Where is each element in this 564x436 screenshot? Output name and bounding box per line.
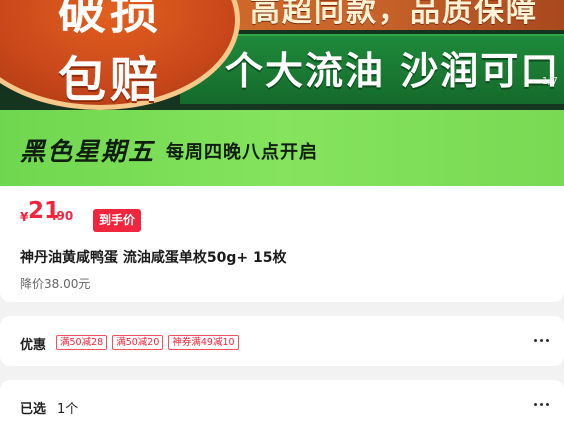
product-title: 神丹油黄咸鸭蛋 流油咸蛋单枚50g+ 15枚 xyxy=(20,250,287,266)
price-drop-note: 降价38.00元 xyxy=(20,277,91,291)
promo-subtitle: 每周四晚八点开启 xyxy=(166,142,318,163)
banner-blob-top-text: 破损 xyxy=(58,0,163,40)
carousel-page-indicator: 1/7 xyxy=(541,76,558,87)
price-decimal: .90 xyxy=(52,209,74,223)
banner-blob-main-text: 包赔 xyxy=(58,52,163,108)
product-detail-page: 高超同款，品质保障 个大流油 沙润可口 破损 包赔 1/7 黑色星期五 每周四晚… xyxy=(0,0,564,436)
coupon-tag-list: 满50减28 满50减20 神券满49减10 xyxy=(56,335,239,350)
product-info-card: ¥ 21 .90 到手价 神丹油黄咸鸭蛋 流油咸蛋单枚50g+ 15枚 降价38… xyxy=(0,186,564,302)
coupon-tag[interactable]: 满50减20 xyxy=(112,335,164,350)
coupons-row[interactable]: 优惠 满50减28 满50减20 神券满49减10 xyxy=(0,316,564,366)
selected-spec-row[interactable]: 已选 1个 xyxy=(0,380,564,436)
banner-band-text: 个大流油 沙润可口 xyxy=(225,49,561,93)
coupon-tag[interactable]: 神券满49减10 xyxy=(168,335,239,350)
selected-value: 1个 xyxy=(57,402,79,417)
banner-top-text: 高超同款，品质保障 xyxy=(250,0,538,29)
promo-title: 黑色星期五 xyxy=(20,137,156,166)
more-dots-icon[interactable] xyxy=(534,338,550,344)
promo-banner[interactable]: 黑色星期五 每周四晚八点开启 xyxy=(0,110,564,186)
price-badge: 到手价 xyxy=(93,209,142,232)
more-dots-icon[interactable] xyxy=(534,402,550,408)
selected-label: 已选 xyxy=(20,402,47,417)
coupon-tag[interactable]: 满50减28 xyxy=(56,335,108,350)
product-image-carousel[interactable]: 高超同款，品质保障 个大流油 沙润可口 破损 包赔 1/7 xyxy=(0,0,564,110)
coupons-label: 优惠 xyxy=(20,338,47,353)
